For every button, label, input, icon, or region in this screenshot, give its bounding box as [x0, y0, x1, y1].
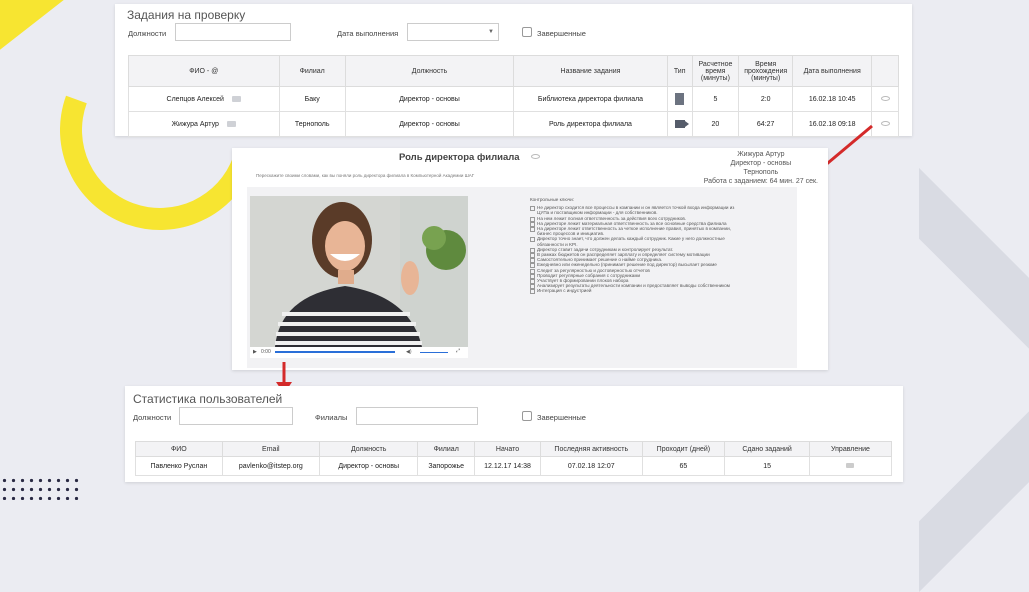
- due-date-select[interactable]: ▼: [407, 23, 499, 41]
- fullscreen-icon[interactable]: ⤢: [456, 348, 460, 354]
- video-icon: [674, 120, 689, 128]
- column-header[interactable]: Сдано заданий: [724, 441, 810, 457]
- list-item: Интеграция с индустрией: [530, 288, 790, 295]
- column-header[interactable]: Начато: [473, 441, 542, 457]
- user-statistics-panel: Статистика пользователей Должности Филиа…: [125, 386, 903, 482]
- column-header[interactable]: Название задания: [513, 55, 668, 87]
- list-item: Не директор сходится все процессы в комп…: [530, 205, 790, 212]
- column-header[interactable]: Должность: [344, 55, 515, 87]
- eye-icon[interactable]: [880, 95, 890, 101]
- position-filter-label: Должности: [128, 29, 167, 38]
- completion-time-cell: 2:0: [738, 86, 794, 112]
- video-time: 0:00: [261, 349, 271, 355]
- column-header[interactable]: Филиал: [417, 441, 475, 457]
- column-header: Управление: [808, 441, 893, 457]
- position-filter-label: Должности: [133, 413, 172, 422]
- statistics-table: ФИО Email Должность Филиал Начато Послед…: [135, 441, 893, 476]
- control-keys-list: Контрольные ключи: Не директор сходится …: [530, 197, 790, 295]
- mail-icon[interactable]: [226, 120, 236, 127]
- completed-checkbox[interactable]: [522, 411, 532, 421]
- panel-title: Статистика пользователей: [133, 392, 283, 406]
- column-header[interactable]: ФИО: [135, 441, 223, 457]
- panel-title: Задания на проверку: [127, 8, 246, 22]
- due-date-filter-label: Дата выполнения: [337, 29, 399, 38]
- task-cell: Роль директора филиала: [513, 111, 668, 137]
- user-info: Жижура Артур Директор - основы Тернополь…: [704, 150, 818, 186]
- tasks-done-cell: 15: [724, 456, 810, 476]
- completion-time-cell: 64:27: [738, 111, 794, 137]
- days-cell: 65: [641, 456, 726, 476]
- manage-icon[interactable]: [846, 462, 855, 468]
- decorative-dot-grid: [0, 476, 80, 500]
- date-cell: 16.02.18 10:45: [792, 86, 873, 112]
- column-header: [871, 55, 899, 87]
- position-cell: Директор - основы: [318, 456, 419, 476]
- column-header[interactable]: Расчетное время (минуты): [691, 55, 740, 87]
- list-item: На директоре лежит ответственность за че…: [530, 226, 790, 233]
- branch-cell: Тернополь: [278, 111, 346, 137]
- table-row[interactable]: Жижура Артур Тернополь Директор - основы…: [128, 111, 899, 137]
- user-name-cell: Павленко Руслан: [135, 456, 223, 476]
- eye-icon[interactable]: [880, 120, 890, 126]
- list-item: Директор точно знает, что должен делать …: [530, 236, 790, 243]
- position-filter-input[interactable]: [175, 23, 291, 41]
- user-name: Жижура Артур: [737, 151, 785, 158]
- user-position: Директор - основы: [730, 160, 792, 167]
- control-keys-title: Контрольные ключи:: [530, 197, 574, 202]
- eye-icon: [531, 154, 540, 159]
- video-controls: ▶ 0:00 ◀) ⤢: [250, 347, 468, 358]
- video-frame: [250, 196, 468, 347]
- column-header[interactable]: Должность: [318, 441, 419, 457]
- chevron-down-icon: ▼: [488, 29, 494, 35]
- branch-cell: Запорожье: [417, 456, 475, 476]
- table-row[interactable]: Павленко Руслан pavlenko@itstep.org Дире…: [135, 456, 893, 476]
- table-row[interactable]: Слепцов Алексей Баку Директор - основы Б…: [128, 86, 899, 112]
- column-header[interactable]: Филиал: [278, 55, 346, 87]
- branch-filter-input[interactable]: [356, 407, 478, 425]
- video-player[interactable]: ▶ 0:00 ◀) ⤢: [250, 196, 468, 358]
- mail-icon[interactable]: [231, 95, 241, 102]
- review-tasks-panel: Задания на проверку Должности Дата выпол…: [115, 4, 912, 137]
- position-filter-input[interactable]: [179, 407, 293, 425]
- work-time: Работа с заданием: 64 мин. 27 сек.: [703, 178, 818, 185]
- column-header[interactable]: ФИО - @: [128, 55, 280, 87]
- task-title: Роль директора филиала: [399, 152, 520, 163]
- column-header[interactable]: Дата выполнения: [792, 55, 873, 87]
- completed-checkbox[interactable]: [522, 27, 532, 37]
- review-table: ФИО - @ Филиал Должность Название задани…: [128, 55, 899, 137]
- volume-icon[interactable]: ◀): [406, 349, 412, 355]
- document-icon: [675, 93, 685, 105]
- answer-area: ▶ 0:00 ◀) ⤢ Контрольные ключи: Не директ…: [247, 187, 797, 368]
- branch-cell: Баку: [278, 86, 346, 112]
- last-activity-cell: 07.02.18 12:07: [540, 456, 643, 476]
- email-cell: pavlenko@itstep.org: [221, 456, 320, 476]
- column-header[interactable]: Email: [221, 441, 320, 457]
- task-cell: Библиотека директора филиала: [513, 86, 668, 112]
- video-progress-bar[interactable]: [275, 351, 395, 353]
- task-instruction: Перескажите своими словами, как вы понял…: [256, 173, 475, 178]
- user-name: Жижура Артур: [171, 120, 219, 128]
- started-cell: 12.12.17 14:38: [473, 456, 542, 476]
- branch-filter-label: Филиалы: [315, 413, 348, 422]
- column-header[interactable]: Последняя активность: [540, 441, 643, 457]
- position-cell: Директор - основы: [344, 86, 515, 112]
- position-cell: Директор - основы: [344, 111, 515, 137]
- volume-slider[interactable]: [420, 352, 448, 353]
- task-result-panel: Роль директора филиала Жижура Артур Дире…: [232, 148, 828, 370]
- estimated-time-cell: 5: [691, 86, 740, 112]
- estimated-time-cell: 20: [691, 111, 740, 137]
- user-city: Тернополь: [743, 169, 779, 176]
- column-header[interactable]: Тип: [666, 55, 693, 87]
- completed-label: Завершенные: [537, 29, 586, 38]
- column-header[interactable]: Проходит (дней): [641, 441, 726, 457]
- completed-label: Завершенные: [537, 413, 586, 422]
- user-name: Слепцов Алексей: [166, 95, 224, 103]
- play-icon[interactable]: ▶: [253, 349, 257, 355]
- column-header[interactable]: Время прохождения (минуты): [738, 55, 794, 87]
